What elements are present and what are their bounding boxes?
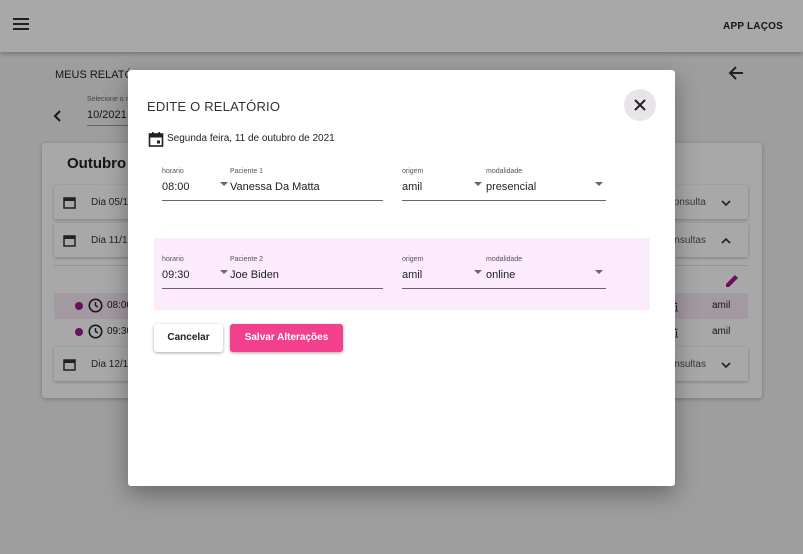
close-icon xyxy=(634,99,646,111)
dialog-date-text: Segunda feira, 11 de outubro de 2021 xyxy=(167,133,335,144)
dropdown-arrow-icon xyxy=(220,182,228,186)
calendar-icon xyxy=(148,132,164,147)
field-label: Paciente 2 xyxy=(230,256,264,263)
cancel-button[interactable]: Cancelar xyxy=(154,324,223,352)
save-changes-button[interactable]: Salvar Alterações xyxy=(230,324,343,352)
field-value: presencial xyxy=(486,181,537,193)
dropdown-arrow-icon xyxy=(474,270,482,274)
horario-select[interactable]: horario 09:30 xyxy=(162,256,230,296)
modalidade-select[interactable]: modalidade presencial xyxy=(486,168,606,208)
field-label: horario xyxy=(162,256,184,263)
field-value: Vanessa Da Matta xyxy=(230,181,320,193)
field-label: origem xyxy=(402,168,424,175)
field-label: origem xyxy=(402,256,424,263)
origem-select[interactable]: origem amil xyxy=(402,168,486,208)
field-value: amil xyxy=(402,269,423,281)
patient-input[interactable]: Paciente 1 Vanessa Da Matta xyxy=(230,168,383,208)
dropdown-arrow-icon xyxy=(474,182,482,186)
field-label: horario xyxy=(162,168,184,175)
patient-input[interactable]: Paciente 2 Joe Biden xyxy=(230,256,383,296)
close-button[interactable] xyxy=(624,89,656,121)
field-value: Joe Biden xyxy=(230,269,279,281)
field-value: 09:30 xyxy=(162,269,190,281)
report-row: horario 09:30 Paciente 2 Joe Biden orige… xyxy=(154,238,650,310)
field-label: Paciente 1 xyxy=(230,168,264,175)
report-row: horario 08:00 Paciente 1 Vanessa Da Matt… xyxy=(154,168,650,240)
field-value: online xyxy=(486,269,516,281)
modalidade-select[interactable]: modalidade online xyxy=(486,256,606,296)
field-label: modalidade xyxy=(486,168,523,175)
dropdown-arrow-icon xyxy=(595,270,603,274)
dropdown-arrow-icon xyxy=(220,270,228,274)
edit-report-dialog: EDITE O RELATÓRIO Segunda feira, 11 de o… xyxy=(128,70,675,486)
field-label: modalidade xyxy=(486,256,523,263)
dialog-title: EDITE O RELATÓRIO xyxy=(147,99,281,114)
dropdown-arrow-icon xyxy=(595,182,603,186)
horario-select[interactable]: horario 08:00 xyxy=(162,168,230,208)
field-value: 08:00 xyxy=(162,181,190,193)
field-value: amil xyxy=(402,181,423,193)
origem-select[interactable]: origem amil xyxy=(402,256,486,296)
